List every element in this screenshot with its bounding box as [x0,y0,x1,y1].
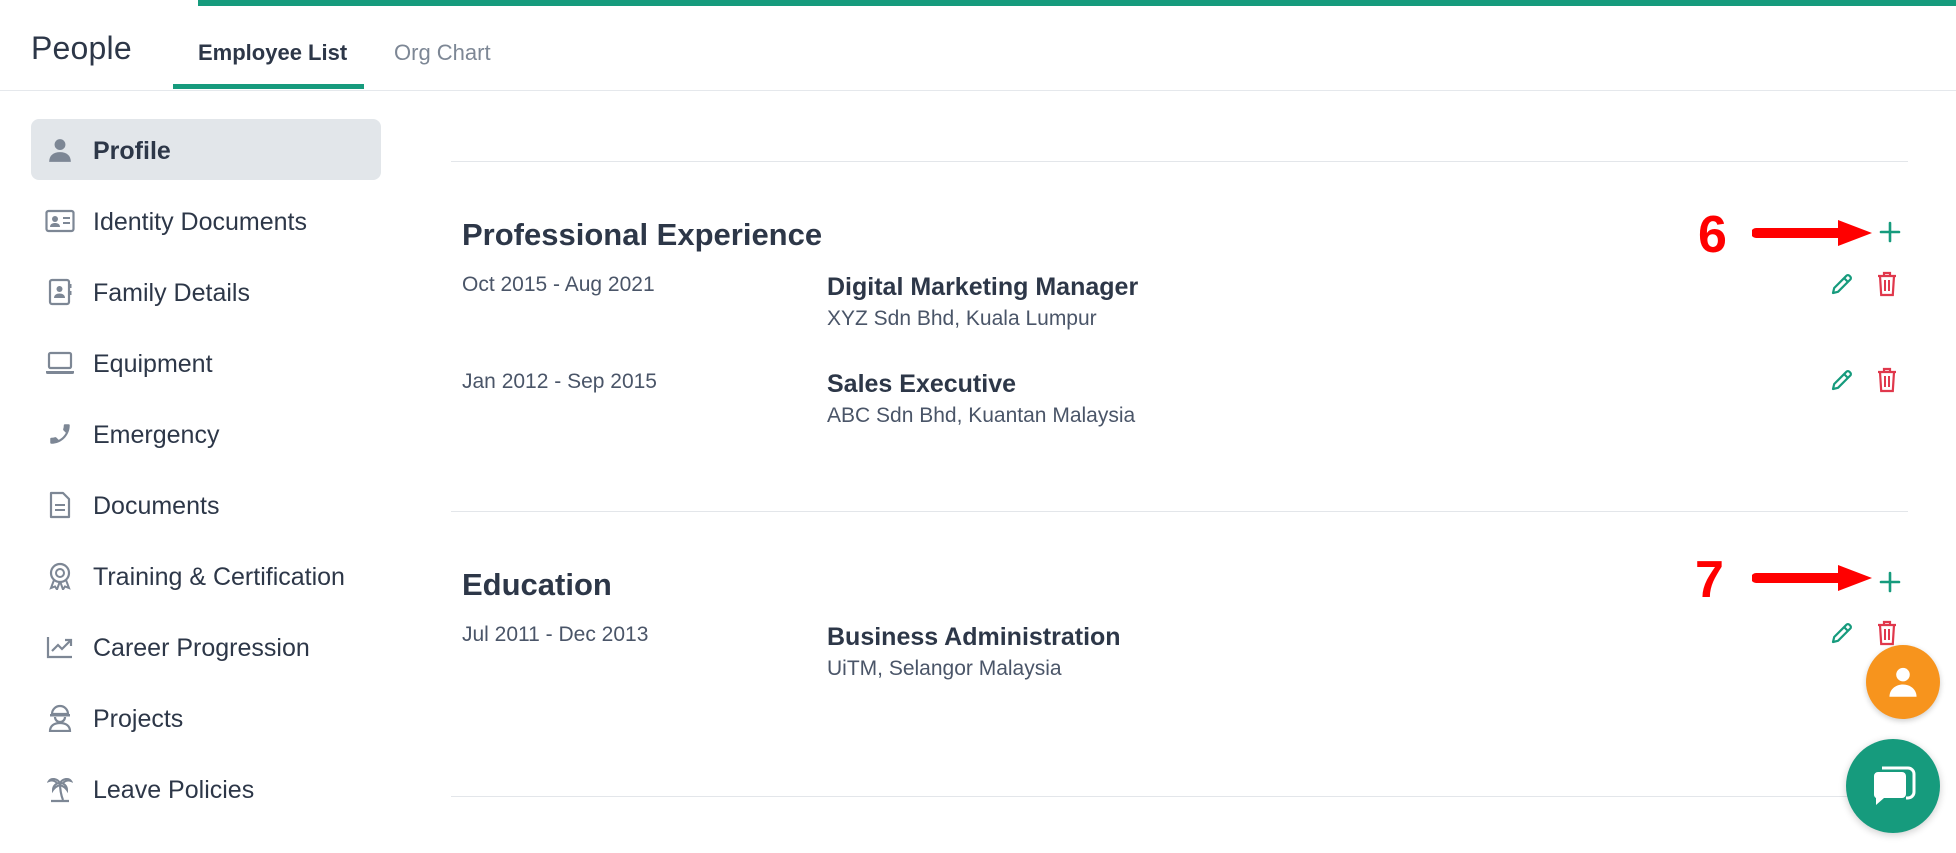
sidebar-item-label: Projects [93,705,184,733]
sidebar-item-label: Profile [93,137,171,165]
annotation-arrow [1752,565,1872,591]
entry-dates: Oct 2015 - Aug 2021 [462,273,655,296]
annotation-step-7: 7 [1695,551,1724,609]
delete-button[interactable] [1871,268,1903,300]
edit-button[interactable] [1826,364,1858,396]
page-title: People [31,30,132,66]
sidebar-item-projects[interactable]: Projects [31,687,381,748]
chat-bubble-icon [1873,766,1916,805]
sidebar-item-training-certification[interactable]: Training & Certification [31,545,381,606]
sidebar-item-career-progression[interactable]: Career Progression [31,616,381,677]
entry-dates: Jan 2012 - Sep 2015 [462,370,657,393]
sidebar-item-family-details[interactable]: Family Details [31,261,381,322]
professional-experience-heading: Professional Experience [462,217,823,252]
pencil-icon [1831,274,1852,295]
edit-button[interactable] [1826,268,1858,300]
tab-org-chart[interactable]: Org Chart [394,40,491,66]
trash-icon [1878,620,1896,646]
user-icon [1889,667,1917,697]
trash-icon [1878,367,1896,393]
phone-icon [45,420,75,448]
pencil-icon [1831,623,1852,644]
section-divider [451,161,1908,162]
plus-icon [1879,571,1901,593]
sidebar-item-label: Training & Certification [93,563,345,591]
add-education-button[interactable] [1874,566,1906,598]
sidebar-item-label: Career Progression [93,634,310,662]
entry-subtitle: UiTM, Selangor Malaysia [827,657,1062,680]
palm-tree-icon [45,775,75,803]
annotation-arrow [1752,220,1872,246]
plus-icon [1879,221,1901,243]
laptop-icon [45,349,75,377]
award-icon [45,562,75,590]
top-accent-bar [198,0,1956,6]
education-heading: Education [462,567,612,602]
pencil-icon [1831,370,1852,391]
contact-book-icon [45,278,75,306]
entry-dates: Jul 2011 - Dec 2013 [462,623,649,646]
document-icon [45,491,75,519]
sidebar-item-emergency[interactable]: Emergency [31,403,381,464]
delete-button[interactable] [1871,617,1903,649]
sidebar-item-label: Equipment [93,350,213,378]
entry-title: Digital Marketing Manager [827,273,1139,301]
sidebar-item-label: Leave Policies [93,776,255,804]
sidebar-item-label: Emergency [93,421,220,449]
annotation-step-6: 6 [1698,206,1727,264]
id-card-icon [45,207,75,235]
chat-button[interactable] [1846,739,1940,833]
delete-button[interactable] [1871,364,1903,396]
sidebar-item-leave-policies[interactable]: Leave Policies [31,758,381,819]
entry-subtitle: XYZ Sdn Bhd, Kuala Lumpur [827,307,1097,330]
add-experience-button[interactable] [1874,216,1906,248]
trash-icon [1878,271,1896,297]
entry-title: Business Administration [827,623,1121,651]
section-divider [451,796,1908,797]
tab-employee-list[interactable]: Employee List [198,40,347,66]
worker-icon [45,704,75,732]
sidebar-item-label: Documents [93,492,220,520]
entry-subtitle: ABC Sdn Bhd, Kuantan Malaysia [827,404,1136,427]
sidebar-item-label: Family Details [93,279,250,307]
active-tab-indicator [173,84,364,89]
user-help-button[interactable] [1866,645,1940,719]
sidebar-item-documents[interactable]: Documents [31,474,381,535]
entry-title: Sales Executive [827,370,1017,398]
sidebar-item-profile[interactable]: Profile [31,119,381,180]
user-icon [45,136,75,164]
sidebar-item-identity-documents[interactable]: Identity Documents [31,190,381,251]
sidebar-item-label: Identity Documents [93,208,307,236]
section-divider [451,511,1908,512]
chart-line-icon [45,633,75,661]
edit-button[interactable] [1826,617,1858,649]
sidebar-item-equipment[interactable]: Equipment [31,332,381,393]
